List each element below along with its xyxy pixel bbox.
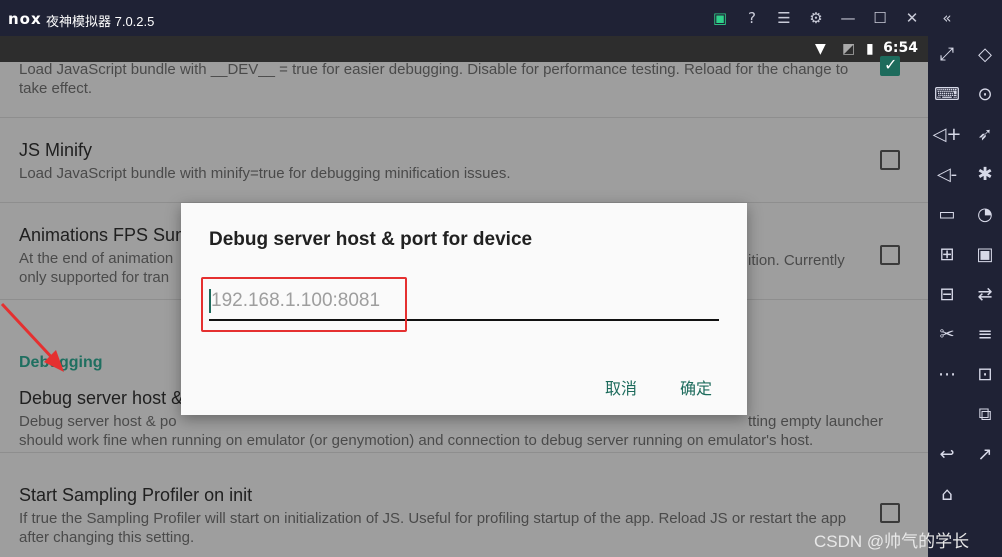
toolbox-icon[interactable]: ⊟ (930, 278, 964, 312)
close-icon[interactable]: ✕ (902, 8, 922, 28)
add-apk-icon[interactable]: ⊞ (930, 238, 964, 272)
item-description-line2: should work fine when running on emulato… (19, 432, 814, 449)
list-item-js-minify[interactable]: JS Minify Load JavaScript bundle with mi… (0, 118, 928, 203)
item-title: Start Sampling Profiler on init (19, 485, 253, 505)
red-arrow-annotation (0, 302, 64, 372)
checkbox-animations-fps[interactable] (880, 245, 900, 265)
back-icon[interactable]: ↩ (930, 438, 964, 472)
collapse-icon[interactable]: « (937, 8, 957, 28)
settings-icon[interactable]: ⚙ (806, 8, 826, 28)
maximize-icon[interactable]: ☐ (870, 8, 890, 28)
checkbox-dev-mode[interactable]: ✓ (880, 55, 900, 76)
shop-icon[interactable]: ▣ (710, 8, 730, 28)
external-icon[interactable]: ↗ (968, 438, 1002, 472)
android-status-bar: ▼ ◩ ▮ 6:54 (0, 36, 928, 62)
multi-window-icon[interactable]: ⧉ (968, 398, 1002, 432)
input-highlight-box (201, 277, 407, 332)
title-bar: nox 夜神模拟器 7.0.2.5 ▣ ? ☰ ⚙ — ☐ ✕ « (0, 0, 1002, 36)
battery-icon: ▮ (866, 41, 874, 57)
video-record-icon[interactable]: ▣ (968, 238, 1002, 272)
wifi-icon: ▼ (815, 41, 826, 57)
item-description: Load JavaScript bundle with __DEV__ = tr… (19, 61, 849, 97)
help-icon[interactable]: ? (742, 8, 762, 28)
sync-icon[interactable]: ⇄ (968, 278, 1002, 312)
volume-up-icon[interactable]: ◁+ (930, 118, 964, 152)
screen-icon[interactable]: ▭ (930, 198, 964, 232)
item-description: If true the Sampling Profiler will start… (19, 510, 847, 546)
location-icon[interactable]: ⊙ (968, 78, 1002, 112)
scissors-icon[interactable]: ✂ (930, 318, 964, 352)
more-icon[interactable]: ⋯ (930, 358, 964, 392)
record-icon[interactable]: ◔ (968, 198, 1002, 232)
confirm-button[interactable]: 确定 (680, 375, 712, 399)
item-title: Debug server host & (19, 388, 184, 408)
item-description-right: ition. Currently (748, 252, 845, 269)
rocket-icon[interactable]: ➶ (968, 118, 1002, 152)
loading-icon[interactable]: ✱ (968, 158, 1002, 192)
keyboard-icon[interactable]: ⌨ (930, 78, 964, 112)
fullscreen-icon[interactable]: ⤢ (930, 38, 964, 72)
minimize-icon[interactable]: — (838, 8, 858, 28)
list-icon[interactable]: ≡ (968, 318, 1002, 352)
item-description-right: tting empty launcher (748, 413, 884, 430)
cancel-button[interactable]: 取消 (605, 375, 637, 399)
check-icon: ✓ (884, 55, 898, 74)
rotate-icon[interactable]: ◇ (968, 38, 1002, 72)
item-description: Load JavaScript bundle with minify=true … (19, 165, 511, 182)
screenshot-icon[interactable]: ⊡ (968, 358, 1002, 392)
status-time: 6:54 (883, 40, 918, 56)
volume-down-icon[interactable]: ◁- (930, 158, 964, 192)
home-icon[interactable]: ⌂ (930, 478, 964, 512)
list-item-sampling-profiler[interactable]: Start Sampling Profiler on init If true … (0, 453, 928, 557)
csdn-watermark: CSDN @帅气的学长 (814, 532, 970, 551)
list-item-js-dev-mode[interactable]: Load JavaScript bundle with __DEV__ = tr… (0, 55, 928, 118)
item-description: Debug server host & po (19, 413, 177, 430)
no-signal-icon: ◩ (842, 41, 856, 57)
menu-icon[interactable]: ☰ (774, 8, 794, 28)
checkbox-sampling-profiler[interactable] (880, 503, 900, 523)
checkbox-js-minify[interactable] (880, 150, 900, 170)
dialog-title: Debug server host & port for device (209, 229, 533, 250)
emulator-sidebar: ⤢ ⌨ ◁+ ◁- ▭ ⊞ ⊟ ✂ ⋯ ↩ ⌂ ◇ ⊙ ➶ ✱ ◔ ▣ ⇄ ≡ … (928, 36, 1002, 557)
